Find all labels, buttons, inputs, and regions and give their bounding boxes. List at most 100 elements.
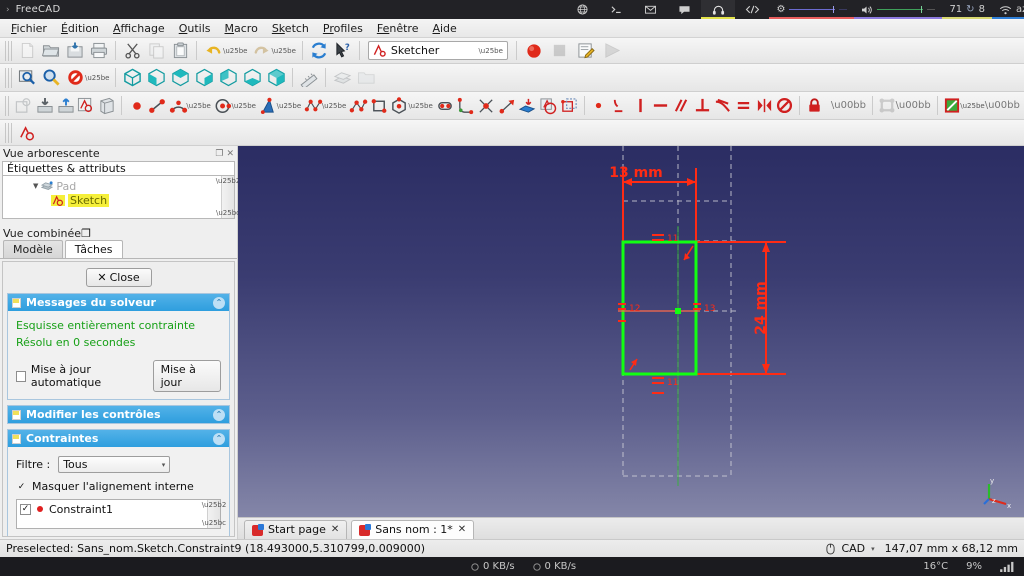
tree-column-header[interactable]: Étiquettes & attributs [2, 161, 235, 176]
collapse-icon[interactable]: ⌃ [213, 432, 225, 445]
tab-sans-nom[interactable]: Sans nom : 1* ✕ [351, 520, 475, 539]
conic-dropdown-arrow-icon[interactable]: \u25be [277, 102, 301, 110]
collapse-icon[interactable]: ⌃ [213, 408, 225, 421]
scroll-up-arrow-icon[interactable]: \u25b2 [216, 177, 241, 185]
terminal-icon[interactable] [599, 0, 633, 19]
undo-dropdown-arrow-icon[interactable]: \u25be [223, 47, 247, 55]
cpu-indicator[interactable]: 71 ↻ 8 [942, 0, 992, 19]
chevron-down-icon[interactable]: ▾ [162, 461, 166, 469]
top-view-icon[interactable] [168, 67, 192, 89]
constrain-coincident-icon[interactable] [588, 95, 609, 117]
macro-execute-icon[interactable] [599, 40, 625, 62]
3d-viewport[interactable]: 13 mm 24 mm 11 12 13 11 y x z [238, 146, 1024, 517]
polyline-icon[interactable] [348, 95, 369, 117]
constrain-parallel-icon[interactable] [671, 95, 692, 117]
tree-scrollbar[interactable]: \u25b2 \u25bc [216, 176, 240, 218]
tree-node-sketch[interactable]: Sketch [3, 193, 221, 207]
menu-sketch[interactable]: Sketch [265, 20, 316, 37]
constrain-vertical-icon[interactable] [630, 95, 651, 117]
create-sketch-icon[interactable] [14, 95, 35, 117]
scroll-up-arrow-icon[interactable]: \u25b2 [202, 501, 227, 509]
close-icon[interactable]: ✕ [458, 523, 466, 537]
brightness-track[interactable] [789, 5, 848, 14]
constrain-equal-icon[interactable] [733, 95, 754, 117]
point-icon[interactable] [126, 95, 147, 117]
polygon-dropdown-arrow-icon[interactable]: \u25be [408, 102, 432, 110]
auto-update-checkbox[interactable] [16, 370, 26, 382]
whats-this-icon[interactable]: ? [331, 40, 355, 62]
validate-dropdown-arrow-icon[interactable]: \u25be [960, 102, 984, 110]
scroll-down-arrow-icon[interactable]: \u25bc [216, 209, 240, 217]
trim-icon[interactable] [476, 95, 497, 117]
print-icon[interactable] [87, 40, 111, 62]
bspline-icon[interactable] [303, 95, 324, 117]
workbench-folder-icon[interactable] [354, 67, 378, 89]
visual-overflow-icon[interactable]: \u00bb [896, 100, 931, 111]
chat-icon[interactable] [667, 0, 701, 19]
constraints-header[interactable]: Contraintes ⌃ [8, 430, 229, 447]
view-sketch-icon[interactable] [55, 95, 76, 117]
view-section-icon[interactable] [97, 95, 118, 117]
toolbar-grip-sketcher[interactable] [5, 95, 12, 116]
volume-slider[interactable] [854, 0, 943, 19]
draw-style-dropdown-arrow-icon[interactable]: \u25be [85, 74, 109, 82]
arc-dropdown-arrow-icon[interactable]: \u25be [186, 102, 210, 110]
undo-icon[interactable] [201, 40, 225, 62]
sketcher-tools-icon[interactable] [15, 122, 39, 144]
tree-view-float-button[interactable]: ❐ [215, 149, 223, 159]
chevron-down-icon[interactable]: ▾ [871, 545, 875, 553]
constraints-overflow-icon[interactable]: \u00bb [831, 100, 866, 111]
rectangle-icon[interactable] [369, 95, 390, 117]
fit-all-icon[interactable] [15, 67, 39, 89]
chevron-down-icon[interactable]: \u25be [478, 47, 502, 55]
edit-controls-header[interactable]: Modifier les contrôles ⌃ [8, 406, 229, 423]
collapse-icon[interactable]: ⌃ [213, 296, 225, 309]
update-button[interactable]: Mise à jour [152, 360, 221, 392]
constrain-horizontal-icon[interactable] [651, 95, 672, 117]
workbench-selector[interactable]: Sketcher \u25be [367, 41, 508, 60]
hide-internal-checkbox[interactable]: ✓ [16, 481, 27, 492]
save-document-icon[interactable] [63, 40, 87, 62]
scroll-down-arrow-icon[interactable]: \u25bc [202, 519, 226, 527]
menu-macro[interactable]: Macro [218, 20, 265, 37]
constrain-tangent-icon[interactable] [713, 95, 734, 117]
fillet-icon[interactable] [455, 95, 476, 117]
constrain-lock-icon[interactable] [804, 95, 825, 117]
tree-view-body[interactable]: ▼ Pad Sketch \u25b2 \u25bc [2, 176, 240, 219]
volume-track[interactable] [877, 5, 936, 14]
draw-style-icon[interactable] [63, 67, 87, 89]
isometric-view-icon[interactable] [120, 67, 144, 89]
menu-aide[interactable]: Aide [425, 20, 463, 37]
tree-view-close-button[interactable]: ✕ [226, 149, 234, 159]
leave-sketch-icon[interactable] [35, 95, 56, 117]
arc-icon[interactable] [168, 95, 189, 117]
right-view-icon[interactable] [192, 67, 216, 89]
constraints-filter-select[interactable]: Tous ▾ [58, 456, 171, 473]
line-icon[interactable] [147, 95, 168, 117]
tab-start-page[interactable]: Start page ✕ [244, 520, 348, 539]
navigation-style-label[interactable]: CAD [841, 542, 865, 555]
toolbar-grip-view[interactable] [5, 67, 12, 88]
chevron-down-icon[interactable]: ▼ [33, 182, 38, 190]
network-indicator[interactable]: azkardar [991, 0, 1024, 19]
constraint-list-item[interactable]: ✓ Constraint1 [20, 502, 207, 516]
menu-affichage[interactable]: Affichage [106, 20, 172, 37]
solver-messages-header[interactable]: Messages du solveur ⌃ [8, 294, 229, 311]
bottom-view-icon[interactable] [240, 67, 264, 89]
refresh-icon[interactable] [307, 40, 331, 62]
bspline-dropdown-arrow-icon[interactable]: \u25be [322, 102, 346, 110]
tab-taches[interactable]: Tâches [64, 240, 123, 258]
menu-fenetre[interactable]: Fenêtre [370, 20, 426, 37]
rear-view-icon[interactable] [216, 67, 240, 89]
cut-icon[interactable] [120, 40, 144, 62]
menu-fichier[interactable]: Fichier [4, 20, 54, 37]
toolbar-grip-extra[interactable] [5, 122, 12, 143]
tab-modele[interactable]: Modèle [3, 240, 63, 258]
left-view-icon[interactable] [264, 67, 288, 89]
macro-record-icon[interactable] [521, 40, 547, 62]
new-document-icon[interactable] [15, 40, 39, 62]
sketcher-overflow-icon[interactable]: \u00bb [985, 100, 1020, 111]
constrain-point-on-object-icon[interactable] [609, 95, 630, 117]
polygon-icon[interactable] [390, 95, 411, 117]
constraints-scrollbar[interactable]: \u25b2 \u25bc [202, 500, 226, 528]
